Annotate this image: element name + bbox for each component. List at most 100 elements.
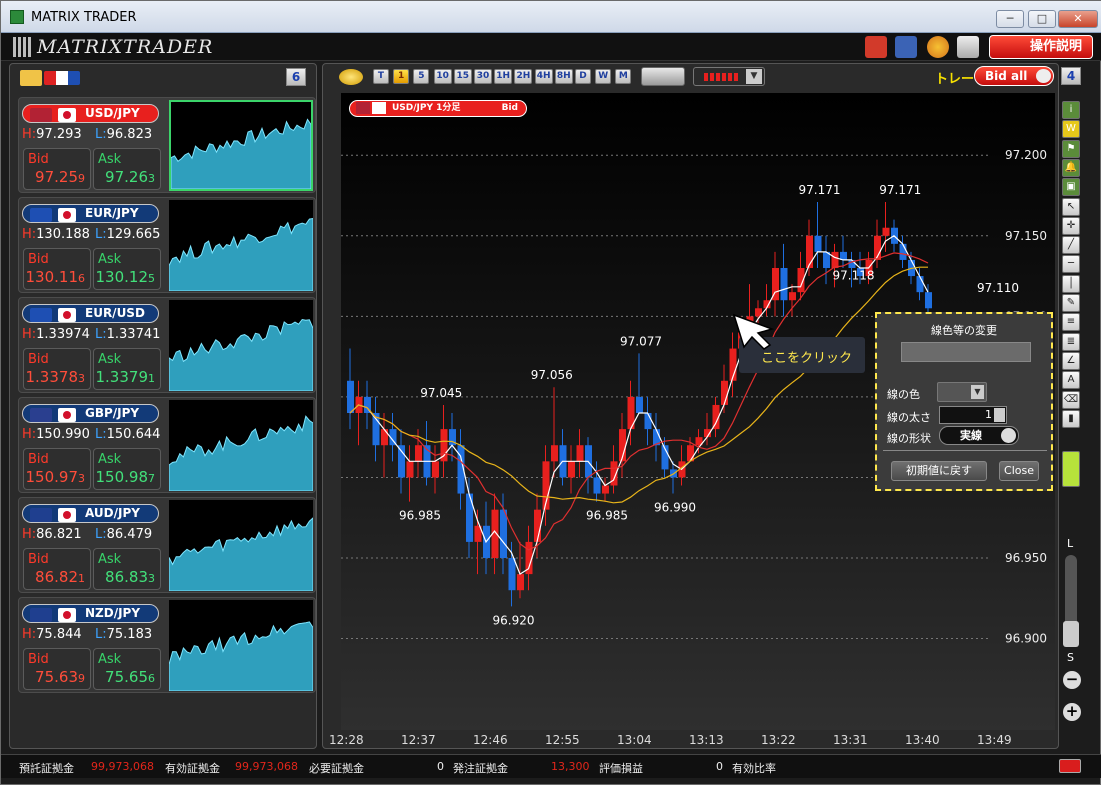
- timeframe-1[interactable]: 1: [393, 69, 410, 84]
- ask-price: 130.125: [96, 268, 156, 286]
- zoom-slider[interactable]: [1063, 555, 1079, 647]
- pair-card-eur-jpy[interactable]: EUR/JPY H:130.188 L:129.665 Bid 130.116 …: [18, 197, 316, 293]
- cursor-arrow-icon: [732, 313, 775, 350]
- timeframe-t[interactable]: T: [373, 69, 389, 84]
- ask-quote[interactable]: Ask 75.656: [93, 648, 161, 690]
- timeframe-10[interactable]: 10: [433, 69, 452, 84]
- info-icon[interactable]: i: [1062, 101, 1080, 119]
- sparkline-chart[interactable]: [169, 400, 313, 491]
- ask-quote[interactable]: Ask 130.125: [93, 248, 161, 290]
- minimize-button[interactable]: ─: [996, 10, 1024, 28]
- print-icon[interactable]: [957, 36, 979, 58]
- bid-label: Bid: [28, 152, 49, 167]
- app-header: MATRIXTRADER 操作説明: [1, 33, 1101, 61]
- line-color-select[interactable]: ▼: [937, 382, 987, 402]
- bid-quote[interactable]: Bid 150.973: [23, 448, 91, 490]
- angle-icon[interactable]: ∠: [1062, 351, 1080, 370]
- bid-pip: 9: [78, 172, 85, 185]
- flags-icon[interactable]: [44, 71, 80, 85]
- ask-quote[interactable]: Ask 86.833: [93, 548, 161, 590]
- horizontal-line-icon[interactable]: ─: [1062, 255, 1080, 274]
- close-button[interactable]: ✕: [1058, 10, 1098, 28]
- cursor-icon[interactable]: ↖: [1062, 197, 1080, 216]
- bid-quote[interactable]: Bid 130.116: [23, 248, 91, 290]
- dialog-title: 線色等の変更: [931, 324, 997, 337]
- bid-quote[interactable]: Bid 1.33783: [23, 348, 91, 390]
- crosshair-icon[interactable]: ✛: [1062, 216, 1080, 235]
- toolbox-icon[interactable]: [865, 36, 887, 58]
- main-window: MATRIX TRADER ─ □ ✕ MATRIXTRADER 操作説明 6 …: [0, 0, 1101, 785]
- price-annotation: 96.985: [399, 509, 441, 523]
- timeframe-d[interactable]: D: [575, 69, 591, 84]
- weekly-icon[interactable]: W: [1062, 120, 1080, 139]
- ask-quote[interactable]: Ask 97.263: [93, 148, 161, 190]
- folder-icon[interactable]: [20, 70, 42, 86]
- pair-card-nzd-jpy[interactable]: NZD/JPY H:75.844 L:75.183 Bid 75.639 Ask…: [18, 597, 316, 693]
- pair-card-usd-jpy[interactable]: USD/JPY H:97.293 L:96.823 Bid 97.259 Ask…: [18, 97, 316, 193]
- sparkline-chart[interactable]: [169, 100, 313, 191]
- pen-icon[interactable]: ✎: [1062, 294, 1080, 312]
- color-tool-icon[interactable]: [1062, 451, 1080, 487]
- high-value: 150.990: [36, 427, 90, 442]
- reset-button[interactable]: 初期値に戻す: [891, 461, 987, 481]
- line-style-toggle[interactable]: 実線: [939, 426, 1019, 445]
- ask-quote[interactable]: Ask 1.33791: [93, 348, 161, 390]
- flag-icon[interactable]: ⚑: [1062, 139, 1080, 158]
- pair-card-eur-usd[interactable]: EUR/USD H:1.33974 L:1.33741 Bid 1.33783 …: [18, 297, 316, 393]
- fibonacci-icon[interactable]: ≣: [1062, 332, 1080, 351]
- timeframe-8h[interactable]: 8H: [554, 69, 573, 84]
- channel-icon[interactable]: ≡: [1062, 313, 1080, 332]
- timeframe-2h[interactable]: 2H: [514, 69, 533, 84]
- candle-body: [602, 485, 609, 494]
- base-flag-icon: [30, 108, 52, 122]
- timeframe-w[interactable]: W: [595, 69, 612, 84]
- bid-all-toggle[interactable]: Bid all: [974, 66, 1054, 86]
- timeframe-1h[interactable]: 1H: [494, 69, 513, 84]
- trash-icon[interactable]: ▮: [1062, 409, 1080, 428]
- palette-icon[interactable]: [927, 36, 949, 58]
- maximize-button[interactable]: □: [1028, 10, 1056, 28]
- price-annotation: 97.045: [420, 386, 462, 400]
- text-icon[interactable]: A: [1062, 371, 1080, 390]
- sparkline-chart[interactable]: [169, 300, 313, 391]
- stepper-arrows-icon[interactable]: [994, 408, 1005, 422]
- zoom-slider-knob[interactable]: [1063, 621, 1079, 647]
- bid-pip: 6: [78, 272, 85, 285]
- bid-main: 97.25: [35, 168, 78, 186]
- pair-count-badge[interactable]: 6: [286, 68, 306, 86]
- trendline-icon[interactable]: ╱: [1062, 236, 1080, 255]
- indicator-icon[interactable]: [641, 67, 685, 86]
- ask-quote[interactable]: Ask 150.987: [93, 448, 161, 490]
- zoom-out-icon[interactable]: −: [1063, 671, 1081, 689]
- line-width-stepper[interactable]: 1: [939, 406, 1007, 424]
- expand-up-icon[interactable]: [1059, 759, 1081, 773]
- eraser-icon[interactable]: ⌫: [1062, 390, 1080, 409]
- sparkline-chart[interactable]: [169, 200, 313, 291]
- timeframe-m[interactable]: M: [615, 69, 632, 84]
- manual-button[interactable]: 操作説明: [989, 35, 1093, 59]
- time-axis: 12:28 12:37 12:46 12:55 13:04 13:13 13:22 13:31…: [323, 730, 1058, 749]
- bid-quote[interactable]: Bid 86.821: [23, 548, 91, 590]
- bell-icon[interactable]: 🔔: [1062, 158, 1080, 177]
- timeframe-4h[interactable]: 4H: [534, 69, 553, 84]
- timeframe-5[interactable]: 5: [413, 69, 430, 84]
- pair-card-aud-jpy[interactable]: AUD/JPY H:86.821 L:86.479 Bid 86.821 Ask…: [18, 497, 316, 593]
- pair-card-gbp-jpy[interactable]: GBP/JPY H:150.990 L:150.644 Bid 150.973 …: [18, 397, 316, 493]
- sparkline-chart[interactable]: [169, 500, 313, 591]
- save-icon[interactable]: [895, 36, 917, 58]
- timeframe-15[interactable]: 15: [453, 69, 472, 84]
- bid-label: Bid: [28, 452, 49, 467]
- chart-type-select[interactable]: ▼: [693, 67, 765, 86]
- sparkline-chart[interactable]: [169, 600, 313, 691]
- ask-label: Ask: [98, 152, 122, 167]
- timeframe-30[interactable]: 30: [474, 69, 492, 84]
- dialog-close-button[interactable]: Close: [999, 461, 1039, 481]
- bid-quote[interactable]: Bid 75.639: [23, 648, 91, 690]
- high-price: H:86.821: [22, 527, 82, 542]
- zoom-search-icon[interactable]: [339, 69, 363, 85]
- vertical-line-icon[interactable]: │: [1062, 274, 1080, 293]
- zoom-in-icon[interactable]: +: [1063, 703, 1081, 721]
- chart-count-badge[interactable]: 4: [1061, 67, 1081, 85]
- chart-icon[interactable]: ▣: [1062, 178, 1080, 197]
- bid-quote[interactable]: Bid 97.259: [23, 148, 91, 190]
